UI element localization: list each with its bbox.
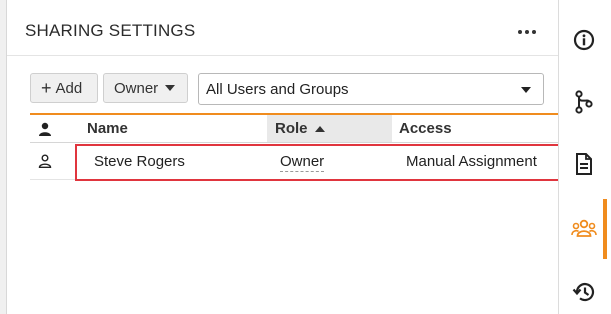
caret-down-icon bbox=[521, 87, 531, 93]
row-role[interactable]: Owner bbox=[280, 152, 325, 172]
column-header-role-label: Role bbox=[275, 120, 308, 137]
info-button[interactable] bbox=[571, 27, 597, 53]
users-groups-select-value: All Users and Groups bbox=[206, 80, 349, 98]
branch-icon bbox=[575, 90, 593, 114]
users-groups-select[interactable]: All Users and Groups bbox=[198, 73, 544, 105]
left-panel-edge bbox=[0, 0, 7, 314]
branch-button[interactable] bbox=[571, 89, 597, 115]
row-access: Manual Assignment bbox=[406, 152, 537, 170]
plus-icon: + bbox=[41, 78, 52, 98]
table-row[interactable]: Steve Rogers Owner Manual Assignment bbox=[30, 143, 565, 180]
right-sidebar bbox=[559, 0, 611, 314]
owner-dropdown[interactable]: Owner bbox=[103, 73, 188, 103]
panel-header: SHARING SETTINGS bbox=[7, 0, 558, 56]
users-button[interactable] bbox=[571, 216, 597, 242]
column-header-name[interactable]: Name bbox=[87, 115, 128, 142]
user-outline-icon bbox=[38, 154, 52, 168]
more-options-button[interactable] bbox=[512, 22, 542, 42]
info-icon bbox=[573, 29, 595, 51]
row-user-cell bbox=[30, 143, 60, 179]
active-tab-indicator bbox=[603, 199, 607, 259]
owner-dropdown-label: Owner bbox=[114, 79, 159, 97]
document-button[interactable] bbox=[571, 151, 597, 177]
users-icon bbox=[571, 219, 597, 237]
table-header: Name Role Access bbox=[30, 115, 565, 143]
document-icon bbox=[576, 153, 592, 175]
caret-down-icon bbox=[165, 85, 176, 91]
add-button[interactable]: + Add bbox=[30, 73, 98, 103]
column-header-user bbox=[30, 115, 60, 142]
row-name: Steve Rogers bbox=[94, 152, 185, 170]
user-icon bbox=[39, 122, 51, 136]
more-horizontal-icon bbox=[518, 30, 522, 34]
history-button[interactable] bbox=[571, 279, 597, 305]
add-button-label: Add bbox=[55, 79, 83, 97]
sort-ascending-icon bbox=[314, 125, 325, 132]
column-header-role[interactable]: Role bbox=[267, 115, 392, 142]
sharing-settings-panel: SHARING SETTINGS + Add Owner All Users a… bbox=[7, 0, 565, 314]
panel-title: SHARING SETTINGS bbox=[25, 21, 196, 40]
history-icon bbox=[572, 283, 595, 302]
column-header-access[interactable]: Access bbox=[399, 115, 452, 142]
